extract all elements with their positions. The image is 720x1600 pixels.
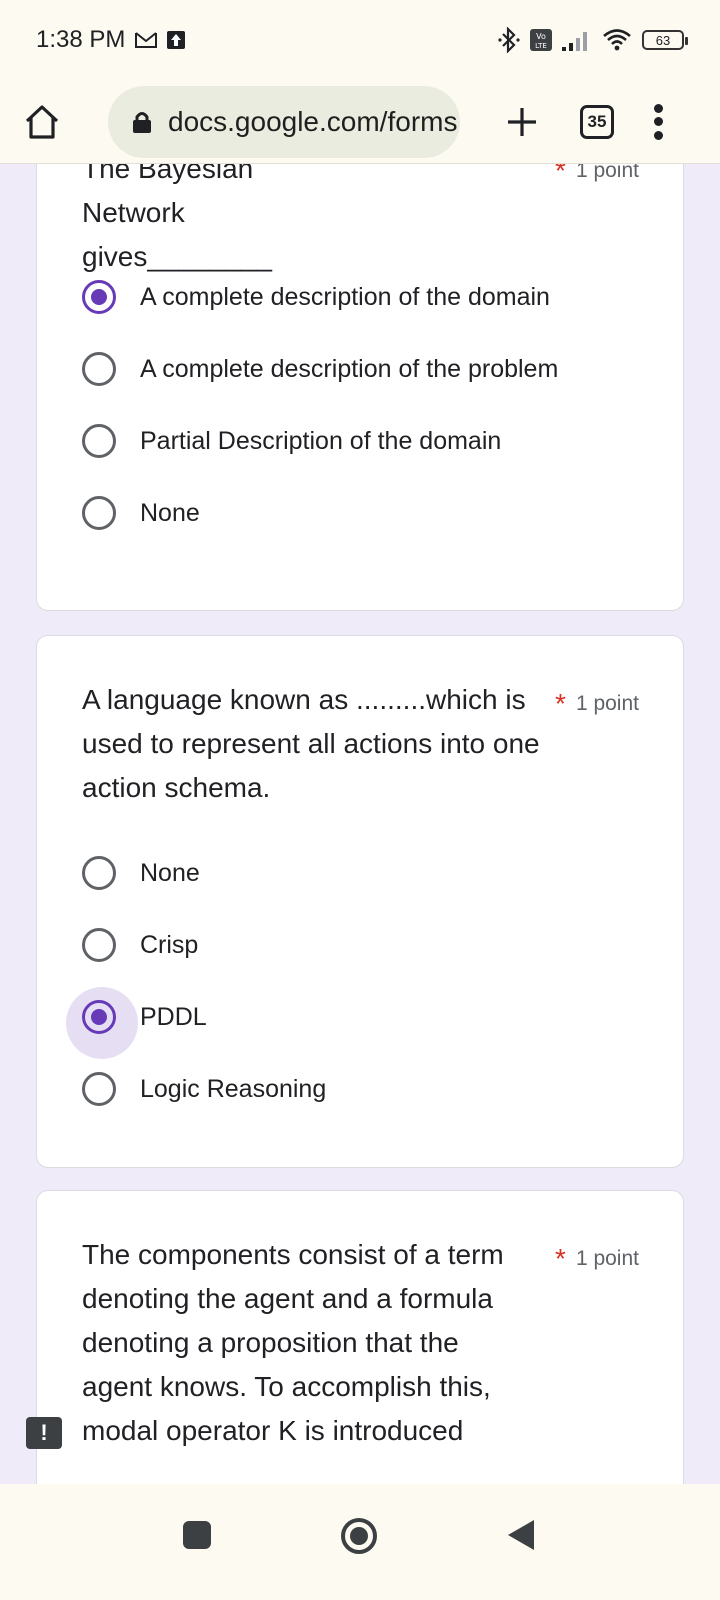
- question-points: * 1 point: [555, 164, 639, 185]
- tab-switcher-button[interactable]: 35: [580, 104, 614, 139]
- required-asterisk: *: [555, 164, 566, 186]
- radio-option[interactable]: None: [82, 493, 200, 533]
- question-points: * 1 point: [555, 690, 639, 718]
- option-label: A complete description of the domain: [140, 282, 550, 311]
- form-content: The Bayesian Network gives________ * 1 p…: [0, 164, 720, 1514]
- bluetooth-icon: [498, 27, 520, 53]
- radio-option[interactable]: A complete description of the problem: [82, 349, 558, 389]
- radio-icon[interactable]: [82, 424, 116, 458]
- browser-toolbar: docs.google.com/forms 35: [0, 80, 720, 164]
- svg-text:LTE: LTE: [535, 42, 547, 50]
- radio-option[interactable]: PDDL: [66, 987, 720, 1059]
- radio-option[interactable]: Logic Reasoning: [82, 1069, 326, 1109]
- more-options-icon[interactable]: [648, 100, 668, 144]
- required-asterisk: *: [555, 1243, 566, 1274]
- radio-icon[interactable]: [82, 496, 116, 530]
- option-label: None: [140, 858, 200, 887]
- radio-icon[interactable]: [82, 928, 116, 962]
- recents-button[interactable]: [183, 1521, 211, 1549]
- battery-icon: 63: [642, 30, 688, 50]
- radio-selected-icon[interactable]: [66, 987, 138, 1059]
- radio-icon[interactable]: [82, 856, 116, 890]
- address-bar[interactable]: docs.google.com/forms: [108, 85, 460, 158]
- option-label: Logic Reasoning: [140, 1074, 327, 1103]
- home-button[interactable]: [341, 1518, 377, 1554]
- gmail-icon: [135, 31, 158, 49]
- status-bar: 1:38 PM Vo LTE 63: [0, 0, 720, 80]
- radio-option[interactable]: Partial Description of the domain: [82, 421, 501, 461]
- radio-icon[interactable]: [82, 1072, 116, 1106]
- focus-halo: [66, 987, 138, 1059]
- points-label: 1 point: [575, 692, 639, 715]
- question-title: The components consist of a term denotin…: [82, 1239, 504, 1446]
- url-text: docs.google.com/forms: [168, 105, 458, 137]
- home-icon[interactable]: [20, 100, 64, 144]
- option-label: PDDL: [140, 1002, 207, 1031]
- radio-option[interactable]: A complete description of the domain: [82, 277, 550, 317]
- points-label: 1 point: [575, 1247, 639, 1270]
- back-button[interactable]: [508, 1520, 534, 1550]
- radio-option[interactable]: None: [82, 853, 200, 893]
- question-card: A language known as .........which is us…: [36, 635, 684, 1168]
- radio-selected-icon[interactable]: [82, 280, 116, 314]
- svg-text:Vo: Vo: [536, 32, 546, 41]
- question-points: * 1 point: [555, 1245, 639, 1273]
- option-label: None: [140, 498, 200, 527]
- option-label: Crisp: [140, 930, 199, 959]
- signal-icon: [562, 29, 592, 51]
- option-label: A complete description of the problem: [140, 354, 559, 383]
- new-tab-icon[interactable]: [500, 100, 544, 144]
- status-time: 1:38 PM: [36, 26, 126, 53]
- radio-option[interactable]: Crisp: [82, 925, 198, 965]
- feedback-icon[interactable]: !: [26, 1417, 62, 1449]
- question-card: The Bayesian Network gives________ * 1 p…: [36, 164, 684, 611]
- lock-icon: [132, 110, 152, 134]
- radio-icon[interactable]: [82, 352, 116, 386]
- required-asterisk: *: [555, 688, 566, 719]
- question-card: The components consist of a term denotin…: [36, 1190, 684, 1514]
- points-label: 1 point: [575, 164, 639, 182]
- option-label: Partial Description of the domain: [140, 426, 502, 455]
- volte-icon: Vo LTE: [530, 29, 552, 51]
- system-nav-bar: [0, 1484, 720, 1600]
- wifi-icon: [602, 28, 632, 52]
- question-title: The Bayesian Network gives________: [82, 164, 272, 272]
- upload-icon: [167, 31, 186, 49]
- question-title: A language known as .........which is us…: [82, 684, 540, 803]
